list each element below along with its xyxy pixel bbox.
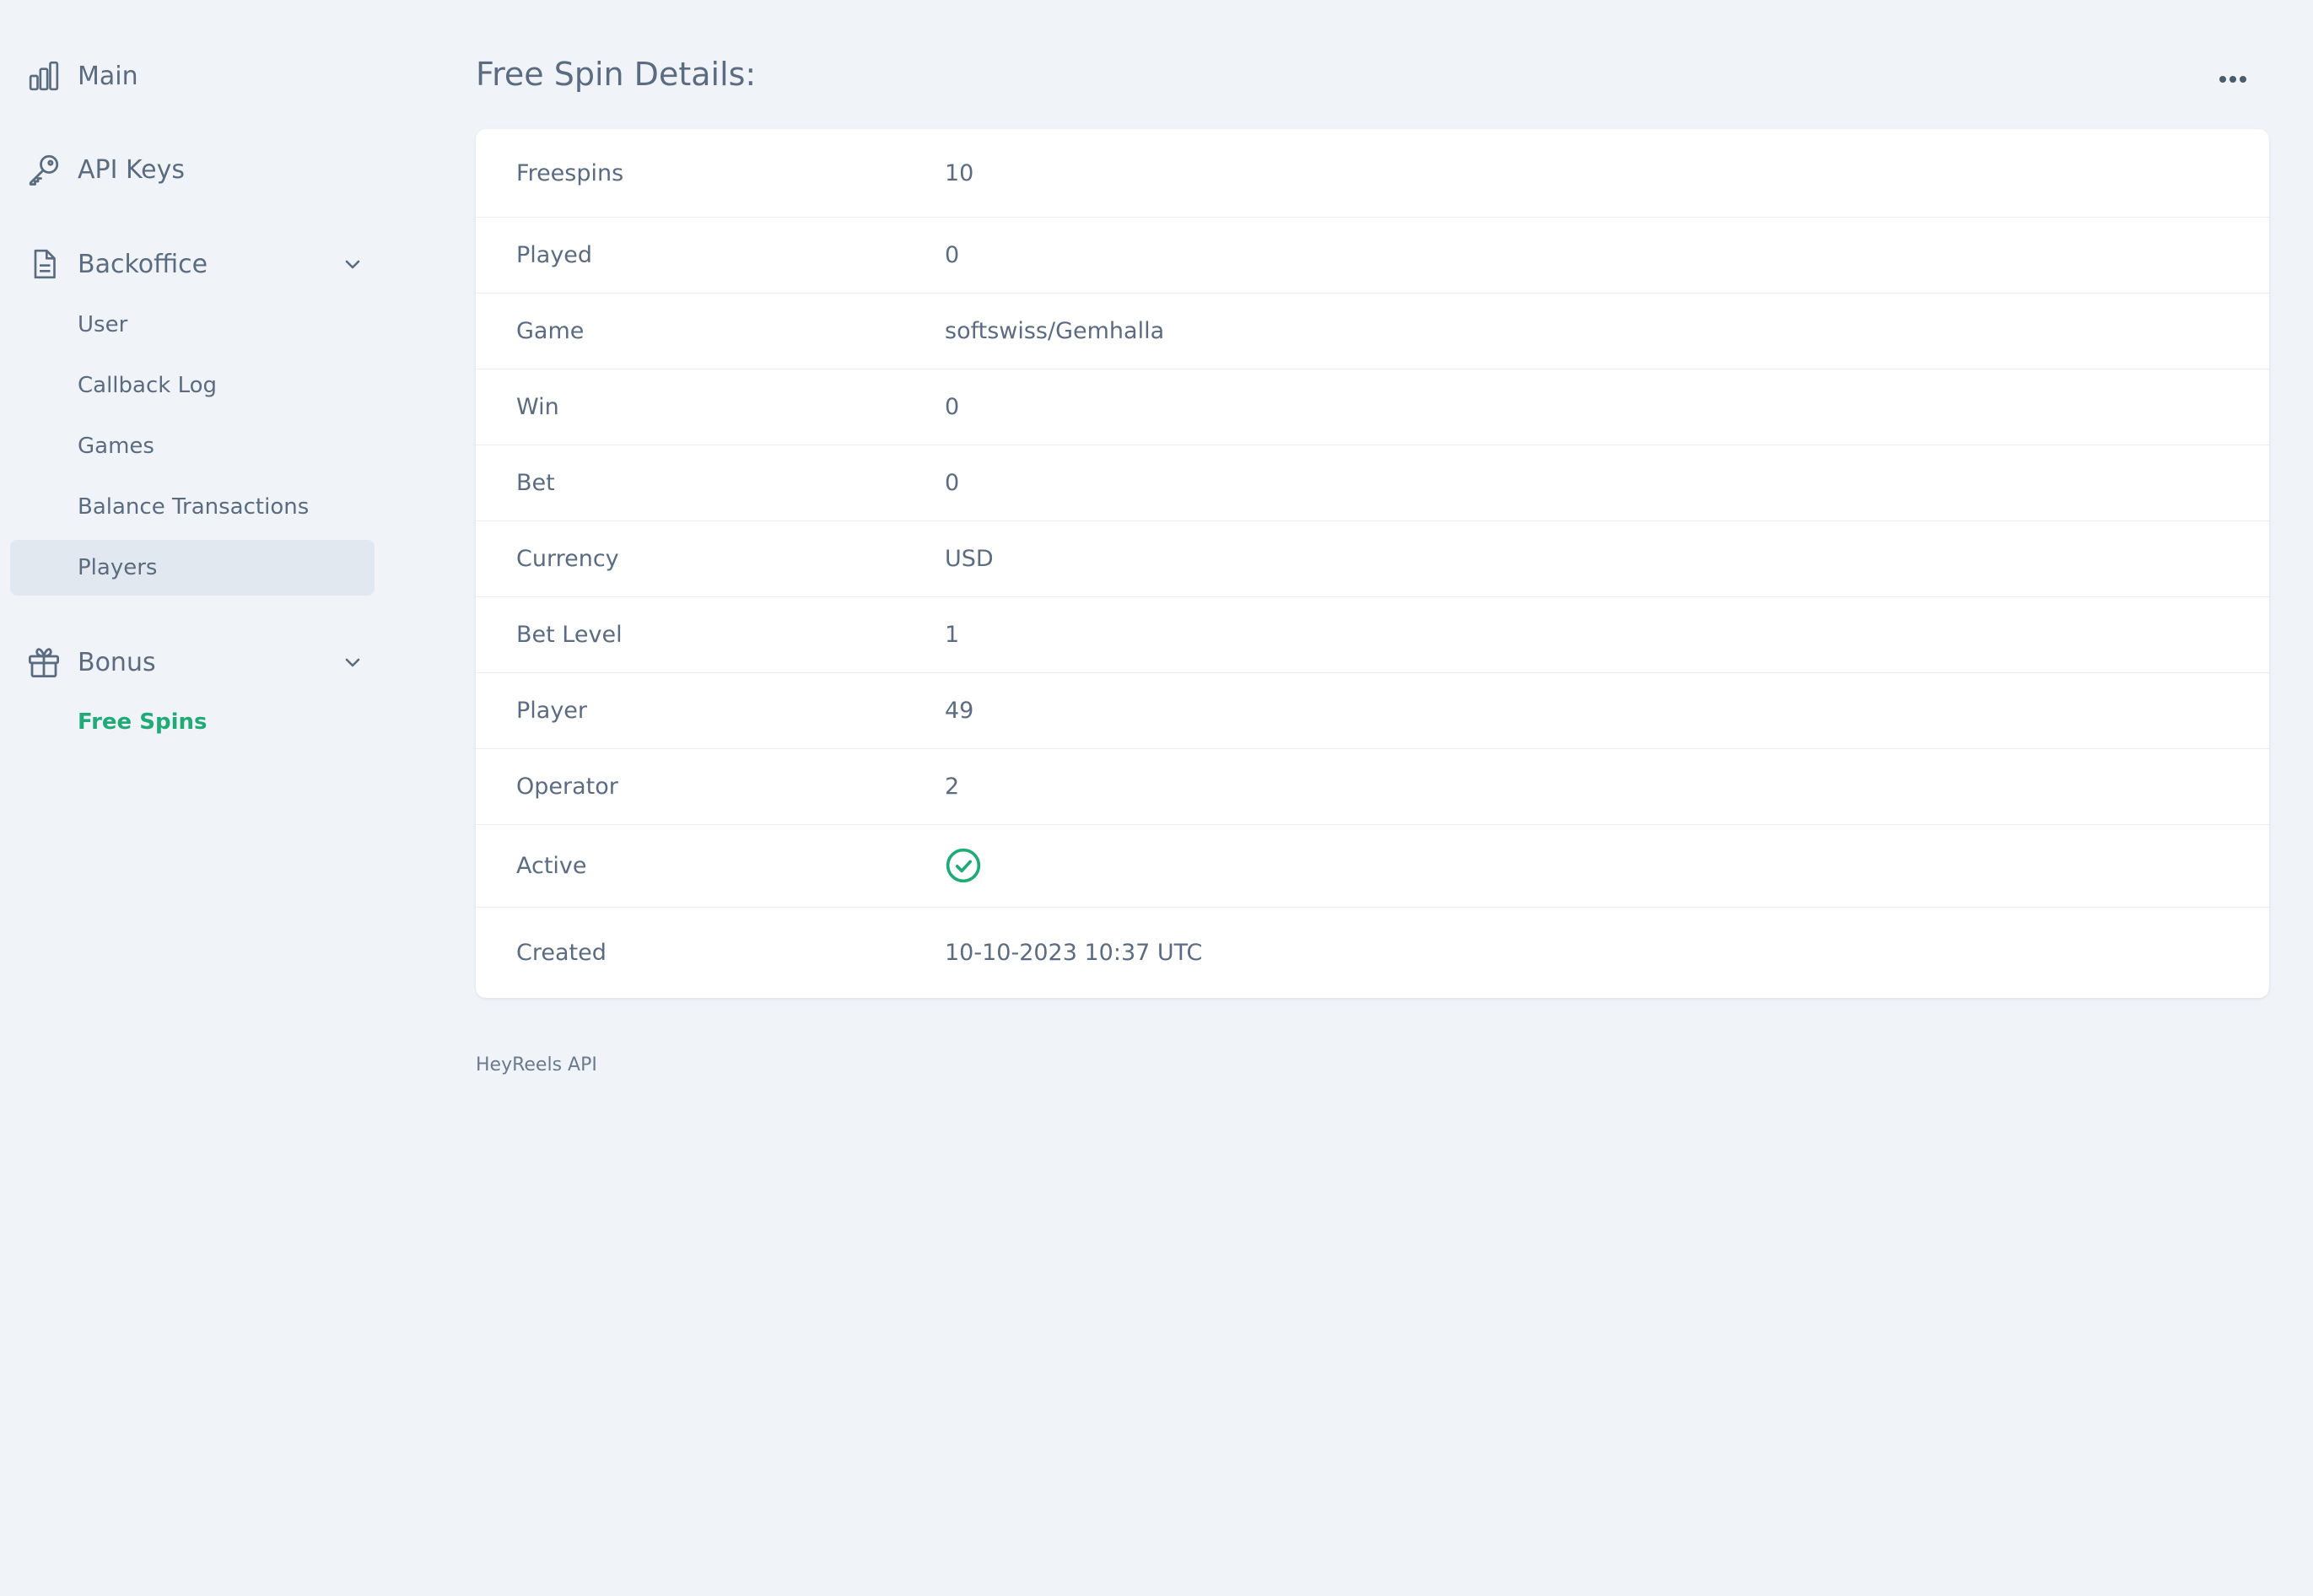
detail-value: 10 [945, 159, 974, 186]
sidebar-item-free-spins[interactable]: Free Spins [10, 694, 375, 750]
detail-value: softswiss/Gemhalla [945, 318, 1165, 344]
detail-row-operator: Operator 2 [476, 749, 2269, 825]
detail-label: Operator [516, 774, 618, 800]
nav-backoffice[interactable]: Backoffice [25, 239, 208, 289]
detail-value: 1 [945, 622, 960, 648]
sidebar-item-user[interactable]: User [10, 297, 375, 353]
detail-value: USD [945, 546, 994, 572]
detail-label: Active [516, 853, 587, 879]
more-horizontal-icon [2218, 72, 2248, 88]
detail-value: 0 [945, 470, 960, 496]
detail-label: Game [516, 318, 585, 344]
detail-label: Bet Level [516, 622, 623, 648]
bar-chart-icon [25, 57, 62, 94]
detail-row-active: Active [476, 825, 2269, 908]
detail-value: 10-10-2023 10:37 UTC [945, 940, 1203, 966]
detail-row-freespins: Freespins 10 [476, 129, 2269, 218]
nav-bonus-label: Bonus [78, 647, 156, 677]
nav-api-keys[interactable]: API Keys [25, 144, 185, 195]
sidebar-item-games[interactable]: Games [10, 418, 375, 474]
sidebar: Main API Keys Backoffice User Callback L… [0, 0, 388, 1596]
detail-row-player: Player 49 [476, 673, 2269, 749]
detail-value: 0 [945, 242, 960, 268]
nav-backoffice-label: Backoffice [78, 249, 208, 279]
detail-label: Currency [516, 546, 619, 572]
nav-main-label: Main [78, 61, 138, 91]
detail-row-played: Played 0 [476, 218, 2269, 294]
page-title: Free Spin Details: [476, 56, 757, 93]
detail-value: 2 [945, 774, 960, 800]
detail-value: 0 [945, 394, 960, 420]
detail-row-created: Created 10-10-2023 10:37 UTC [476, 908, 2269, 998]
detail-row-game: Game softswiss/Gemhalla [476, 294, 2269, 369]
detail-label: Player [516, 698, 588, 724]
nav-main[interactable]: Main [25, 51, 138, 101]
detail-value: 49 [945, 698, 974, 724]
sidebar-item-callback-log[interactable]: Callback Log [10, 358, 375, 413]
sidebar-item-balance-transactions[interactable]: Balance Transactions [10, 479, 375, 535]
detail-label: Freespins [516, 159, 624, 186]
detail-row-bet: Bet 0 [476, 445, 2269, 521]
more-options-button[interactable] [2210, 61, 2256, 98]
detail-row-currency: Currency USD [476, 521, 2269, 597]
nav-bonus[interactable]: Bonus [25, 637, 156, 687]
details-card: Freespins 10 Played 0 Game softswiss/Gem… [476, 129, 2269, 998]
detail-label: Bet [516, 470, 555, 496]
footer-text: HeyReels API [476, 1054, 597, 1076]
document-icon [25, 245, 62, 283]
detail-row-win: Win 0 [476, 369, 2269, 445]
chevron-down-icon[interactable] [337, 249, 368, 279]
nav-api-keys-label: API Keys [78, 154, 186, 185]
check-circle-icon [945, 847, 982, 890]
detail-label: Win [516, 394, 559, 420]
key-icon [25, 151, 62, 188]
detail-row-bet-level: Bet Level 1 [476, 597, 2269, 673]
gift-icon [25, 644, 62, 681]
detail-label: Created [516, 940, 607, 966]
sidebar-item-players[interactable]: Players [10, 540, 375, 596]
detail-label: Played [516, 242, 593, 268]
chevron-down-icon[interactable] [337, 647, 368, 677]
